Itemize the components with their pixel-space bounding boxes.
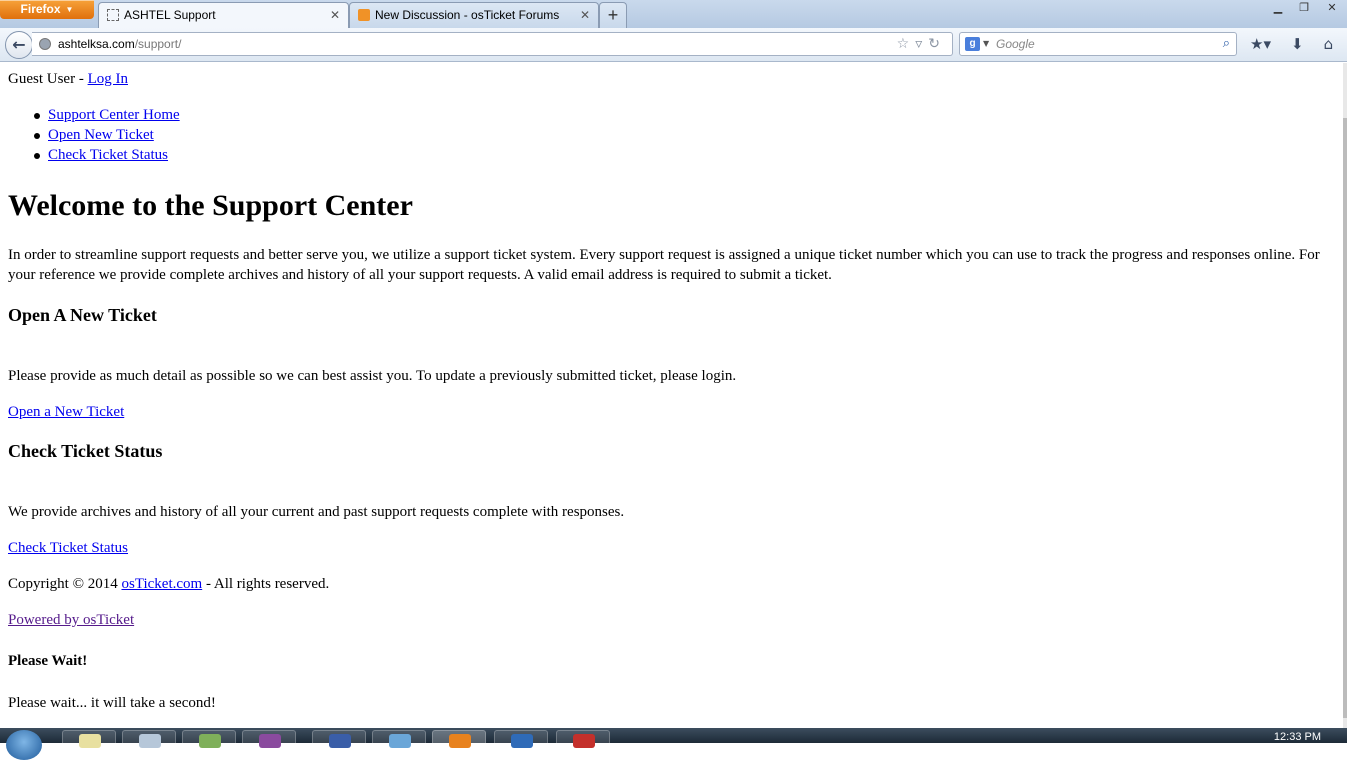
user-status: Guest User - Log In (8, 69, 128, 89)
app-icon (139, 734, 161, 748)
scrollbar-thumb[interactable] (1343, 118, 1347, 718)
app-icon (329, 734, 351, 748)
navigation-toolbar: ← ashtelksa.com/support/ ☆▿↻ g ▼ Google … (0, 28, 1347, 62)
url-host: ashtelksa.com (58, 37, 135, 51)
intro-text: In order to streamline support requests … (8, 247, 1320, 283)
powered-by-link[interactable]: Powered by osTicket (8, 612, 134, 628)
toolbar-icons: ★▾ ⬇ ⌂ (1250, 32, 1347, 56)
blank-page-icon (107, 9, 119, 21)
bookmarks-icon[interactable]: ★▾ (1250, 35, 1271, 53)
copyright: Copyright © 2014 osTicket.com - All righ… (8, 574, 329, 594)
app-icon (199, 734, 221, 748)
firefox-menu-label: Firefox (20, 2, 61, 16)
taskbar-app[interactable] (242, 730, 296, 748)
start-button[interactable] (6, 730, 42, 760)
open-ticket-link-wrap: Open a New Ticket (8, 402, 124, 422)
app-icon (511, 734, 533, 748)
bookmark-star-icon[interactable]: ☆ (897, 36, 916, 52)
app-icon (389, 734, 411, 748)
back-arrow-icon[interactable]: ← (5, 31, 33, 59)
firefox-menu-button[interactable]: Firefox ▼ (0, 0, 94, 19)
vertical-scrollbar[interactable] (1343, 63, 1347, 728)
google-icon[interactable]: g (965, 37, 980, 51)
history-dropdown-icon[interactable]: ▿ (915, 36, 928, 52)
tab-label: ASHTEL Support (124, 8, 216, 22)
osticket-link[interactable]: osTicket.com (121, 576, 202, 592)
search-bar[interactable]: g ▼ Google ⌕ (959, 32, 1237, 56)
window-controls: ▁ ❐ ✕ (1265, 0, 1347, 18)
taskbar: 12:33 PM (0, 728, 1347, 760)
app-icon (573, 734, 595, 748)
tab-label: New Discussion - osTicket Forums (375, 8, 560, 22)
url-bar[interactable]: ashtelksa.com/support/ ☆▿↻ (32, 32, 953, 56)
clock[interactable]: 12:33 PM (1274, 731, 1321, 743)
pencil-icon (358, 9, 370, 21)
check-status-text: We provide archives and history of all y… (8, 504, 625, 520)
firefox-icon (449, 734, 471, 748)
title-bar: Firefox ▼ ASHTEL Support ✕ New Discussion… (0, 0, 1347, 28)
close-icon[interactable]: ✕ (1317, 0, 1347, 18)
reload-icon[interactable]: ↻ (928, 36, 946, 52)
check-ticket-status-nav-link[interactable]: Check Ticket Status (48, 147, 168, 163)
close-tab-icon[interactable]: ✕ (330, 3, 340, 27)
please-wait-title: Please Wait! (8, 653, 88, 669)
open-ticket-text: Please provide as much detail as possibl… (8, 368, 737, 384)
search-icon[interactable]: ⌕ (1223, 33, 1230, 55)
open-new-ticket-link[interactable]: Open a New Ticket (8, 404, 124, 420)
tab-ashtel-support[interactable]: ASHTEL Support ✕ (98, 2, 349, 28)
taskbar-app[interactable] (556, 730, 610, 748)
nav-item-check-status: Check Ticket Status (34, 145, 180, 165)
tab-new-discussion[interactable]: New Discussion - osTicket Forums ✕ (349, 2, 599, 28)
minimize-icon[interactable]: ▁ (1265, 0, 1291, 18)
check-ticket-status-link[interactable]: Check Ticket Status (8, 540, 128, 556)
download-icon[interactable]: ⬇ (1291, 35, 1304, 53)
please-wait-text: Please wait... it will take a second! (8, 695, 216, 711)
url-text[interactable]: ashtelksa.com/support/ (58, 33, 181, 55)
taskbar-app-firefox[interactable] (432, 730, 486, 748)
url-bar-icons: ☆▿↻ (897, 33, 946, 55)
dropdown-arrow-icon: ▼ (65, 5, 74, 14)
chevron-down-icon[interactable]: ▼ (983, 33, 989, 55)
open-new-ticket-nav-link[interactable]: Open New Ticket (48, 127, 154, 143)
taskbar-app[interactable] (494, 730, 548, 748)
check-status-link-wrap: Check Ticket Status (8, 538, 128, 558)
nav-item-open-ticket: Open New Ticket (34, 125, 180, 145)
guest-user-label: Guest User - (8, 71, 88, 87)
main-nav: Support Center Home Open New Ticket Chec… (34, 105, 180, 165)
taskbar-app[interactable] (312, 730, 366, 748)
close-tab-icon[interactable]: ✕ (580, 3, 590, 27)
check-status-heading: Check Ticket Status (8, 441, 163, 461)
support-center-home-link[interactable]: Support Center Home (48, 107, 180, 123)
copyright-prefix: Copyright © 2014 (8, 576, 122, 592)
page-content: Guest User - Log In Support Center Home … (0, 63, 1343, 728)
new-tab-button[interactable]: + (599, 2, 627, 28)
copyright-suffix: - All rights reserved. (202, 576, 330, 592)
taskbar-app[interactable] (372, 730, 426, 748)
nav-item-home: Support Center Home (34, 105, 180, 125)
taskbar-app[interactable] (122, 730, 176, 748)
login-link[interactable]: Log In (88, 71, 128, 87)
taskbar-app[interactable] (182, 730, 236, 748)
search-placeholder: Google (996, 37, 1035, 51)
url-path: /support/ (134, 37, 182, 51)
home-icon[interactable]: ⌂ (1324, 35, 1334, 53)
taskbar-app[interactable] (62, 730, 116, 748)
restore-icon[interactable]: ❐ (1291, 0, 1317, 18)
powered-by-wrap: Powered by osTicket (8, 610, 134, 630)
app-icon (79, 734, 101, 748)
open-ticket-heading: Open A New Ticket (8, 305, 157, 325)
globe-icon (39, 38, 51, 50)
app-icon (259, 734, 281, 748)
page-title: Welcome to the Support Center (8, 189, 413, 222)
